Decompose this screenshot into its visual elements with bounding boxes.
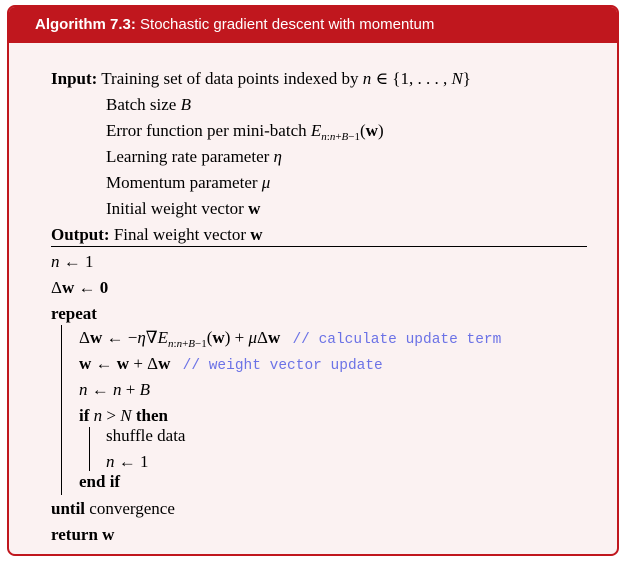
algorithm-label: Algorithm 7.3: [35,16,136,33]
algorithm-header: Algorithm 7.3: Stochastic gradient desce… [9,7,617,43]
w-vector-symbol: w [248,199,261,218]
if-condition: n > N [93,406,132,425]
then-keyword: then [135,406,168,425]
index-set-math: n ∈ {1, . . . , N} [362,69,471,88]
output-keyword: Output: [51,225,110,244]
final-weight-text: Final weight vector [113,225,247,244]
step-increment-n: n ← n + B [79,380,150,399]
comment-update-term: // calculate update term [292,332,502,348]
update-term-math: Δw ← −η∇En:n+B−1(w) + μΔw [79,328,281,350]
if-keyword: if [79,406,90,425]
input-line-momentum: Momentum parameter μ [106,172,270,194]
return-keyword: return [51,525,98,544]
training-set-text: Training set of data points indexed by [101,69,359,88]
if-line: if n > N then [79,405,168,427]
initial-weight-text: Initial weight vector [106,199,244,218]
until-keyword: until [51,499,86,518]
w-vector-symbol: w [102,525,115,544]
algorithm-body: Input: Training set of data points index… [9,43,617,554]
mu-symbol: μ [261,173,271,192]
learning-rate-text: Learning rate parameter [106,147,270,166]
weight-update-math: w ← w + Δw [79,354,171,373]
error-function-math: En:n+B−1(w) [310,121,384,143]
step-update-term: Δw ← −η∇En:n+B−1(w) + μΔw // calculate u… [79,327,501,351]
output-line: Output: Final weight vector w [51,224,263,246]
algorithm-box: Algorithm 7.3: Stochastic gradient desce… [7,5,619,556]
input-line-initial-weight: Initial weight vector w [106,198,260,220]
repeat-keyword: repeat [51,304,97,323]
comment-weight-update: // weight vector update [182,358,383,374]
end-if-keyword: end if [79,472,121,491]
momentum-text: Momentum parameter [106,173,258,192]
input-line-batch-size: Batch size B [106,94,191,116]
step-init-delta-w: Δw ← 0 [51,278,109,297]
shuffle-line: shuffle data [106,426,186,445]
algorithm-title: Stochastic gradient descent with momentu… [140,16,435,33]
error-function-text: Error function per mini-batch [106,121,307,140]
repeat-block-bar [61,325,62,495]
step-init-n: n ← 1 [51,252,94,271]
step-reset-n: n ← 1 [106,452,149,471]
input-line-learning-rate: Learning rate parameter η [106,146,282,168]
input-line-training-set: Input: Training set of data points index… [51,68,471,90]
input-keyword: Input: [51,69,98,88]
w-vector-symbol: w [250,225,263,244]
batch-size-symbol: B [180,95,191,114]
step-weight-update: w ← w + Δw // weight vector update [79,353,383,377]
convergence-text: convergence [89,499,175,518]
separator-rule [51,246,587,247]
eta-symbol: η [273,147,282,166]
until-line: until convergence [51,498,175,520]
input-line-error-function: Error function per mini-batch En:n+B−1(w… [106,120,384,143]
return-line: return w [51,524,114,546]
batch-size-text: Batch size [106,95,177,114]
if-block-bar [89,427,90,471]
